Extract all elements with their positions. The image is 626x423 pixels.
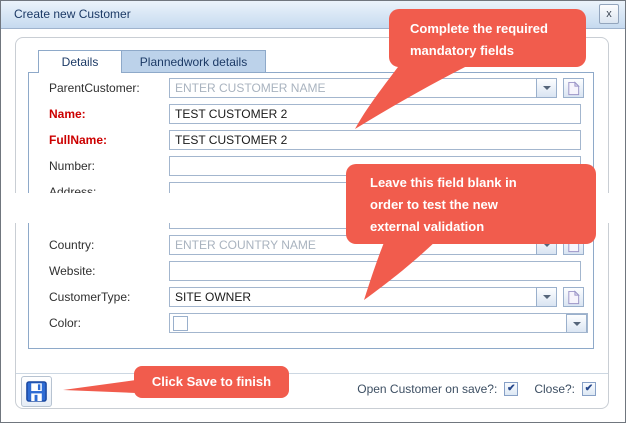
callout-mandatory-fields: Complete the required mandatory fields — [389, 9, 586, 67]
dialog-title: Create new Customer — [14, 7, 131, 21]
name-field[interactable]: TEST CUSTOMER 2 — [169, 104, 581, 124]
callout-external-validation: Leave this field blank in order to test … — [346, 164, 596, 244]
fullname-label: FullName: — [49, 133, 169, 147]
close-icon[interactable]: x — [599, 4, 619, 24]
customertype-value: SITE OWNER — [175, 290, 251, 304]
parentcustomer-value: ENTER CUSTOMER NAME — [175, 81, 325, 95]
country-value: ENTER COUNTRY NAME — [175, 238, 316, 252]
customertype-field[interactable]: SITE OWNER — [169, 287, 537, 307]
customertype-label: CustomerType: — [49, 290, 169, 304]
fullname-value: TEST CUSTOMER 2 — [175, 133, 287, 147]
tab-strip: Details Plannedwork details — [38, 50, 266, 73]
dropdown-arrow-icon[interactable] — [536, 287, 557, 307]
close-question-label: Close?: — [534, 382, 575, 396]
parentcustomer-field[interactable]: ENTER CUSTOMER NAME — [169, 78, 537, 98]
country-label: Country: — [49, 238, 169, 252]
name-value: TEST CUSTOMER 2 — [175, 107, 287, 121]
dropdown-arrow-icon[interactable] — [536, 78, 557, 98]
form-row-color: Color: — [29, 313, 593, 333]
website-field[interactable] — [169, 261, 581, 281]
callout-click-save: Click Save to finish — [134, 366, 289, 398]
color-swatch[interactable] — [173, 316, 188, 331]
color-label: Color: — [49, 316, 169, 330]
save-options: Open Customer on save?: ✔ Close?: ✔ — [357, 382, 596, 396]
close-question-checkbox[interactable]: ✔ — [582, 382, 596, 396]
new-document-icon[interactable] — [563, 287, 584, 307]
number-label: Number: — [49, 159, 169, 173]
form-row-customertype: CustomerType: SITE OWNER — [29, 287, 593, 307]
create-customer-dialog: Create new Customer x Details Plannedwor… — [0, 0, 626, 423]
save-button[interactable] — [21, 376, 52, 407]
new-document-icon[interactable] — [563, 78, 584, 98]
fullname-field[interactable]: TEST CUSTOMER 2 — [169, 130, 581, 150]
form-row-parentcustomer: ParentCustomer: ENTER CUSTOMER NAME — [29, 78, 593, 98]
form-row-name: Name: TEST CUSTOMER 2 — [29, 104, 593, 124]
form-row-website: Website: — [29, 261, 593, 281]
dropdown-arrow-icon[interactable] — [566, 314, 587, 333]
color-field[interactable] — [169, 313, 588, 333]
website-label: Website: — [49, 264, 169, 278]
parentcustomer-label: ParentCustomer: — [49, 81, 169, 95]
form-row-fullname: FullName: TEST CUSTOMER 2 — [29, 130, 593, 150]
open-customer-on-save-label: Open Customer on save?: — [357, 382, 497, 396]
tab-plannedwork-details[interactable]: Plannedwork details — [122, 50, 266, 73]
tab-details[interactable]: Details — [38, 50, 122, 73]
footer-bar: Open Customer on save?: ✔ Close?: ✔ — [16, 373, 608, 410]
open-customer-on-save-checkbox[interactable]: ✔ — [504, 382, 518, 396]
name-label: Name: — [49, 107, 169, 121]
save-icon — [25, 380, 48, 403]
